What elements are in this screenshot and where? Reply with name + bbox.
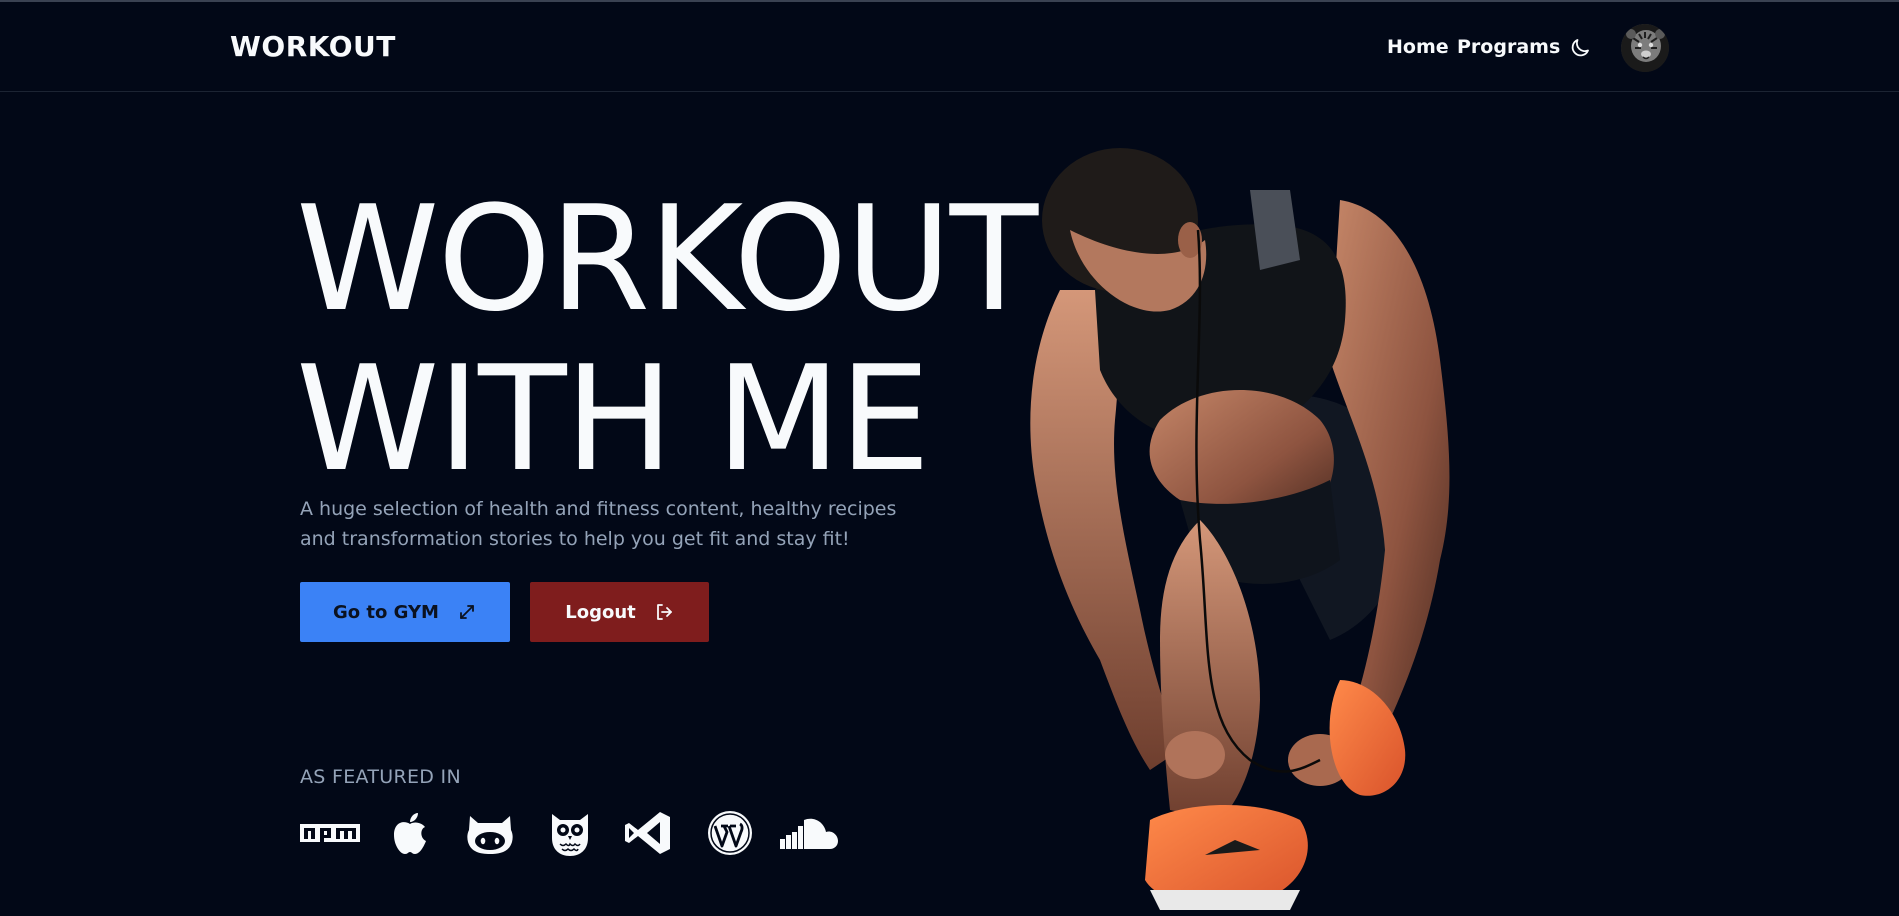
tiger-avatar-icon bbox=[1621, 24, 1669, 72]
athlete-photo bbox=[1030, 148, 1450, 910]
wordpress-logo-icon bbox=[708, 811, 752, 855]
hero-title-line-2: WITH ME bbox=[296, 335, 931, 504]
featured-in-label: AS FEATURED IN bbox=[300, 766, 461, 788]
nav-link-programs[interactable]: Programs bbox=[1457, 36, 1560, 58]
apple-logo-icon bbox=[394, 813, 426, 854]
github-logo-icon bbox=[467, 816, 513, 854]
logout-label: Logout bbox=[565, 601, 636, 623]
navbar: WORKOUT Home Programs bbox=[0, 2, 1899, 92]
brand-logo[interactable]: WORKOUT bbox=[230, 30, 396, 63]
npm-logo-icon bbox=[300, 824, 360, 842]
theme-toggle-button[interactable] bbox=[1568, 36, 1592, 60]
go-to-gym-label: Go to GYM bbox=[333, 601, 439, 623]
logout-button[interactable]: Logout bbox=[530, 582, 709, 642]
hero-title-line-1: WORKOUT bbox=[296, 175, 1038, 344]
user-avatar[interactable] bbox=[1621, 24, 1669, 72]
vscode-logo-icon bbox=[625, 812, 670, 854]
soundcloud-logo-icon bbox=[780, 818, 838, 849]
hootsuite-logo-icon bbox=[552, 814, 588, 856]
hero-title: WORKOUT WITH ME bbox=[296, 175, 1038, 504]
go-to-gym-button[interactable]: Go to GYM bbox=[300, 582, 510, 642]
arrows-expand-icon bbox=[460, 605, 474, 619]
logout-icon bbox=[656, 604, 672, 620]
nav-link-home[interactable]: Home bbox=[1387, 36, 1449, 58]
page: WORKOUT Home Programs WORKOUT WITH ME A … bbox=[0, 0, 1899, 916]
moon-icon bbox=[1571, 39, 1589, 57]
